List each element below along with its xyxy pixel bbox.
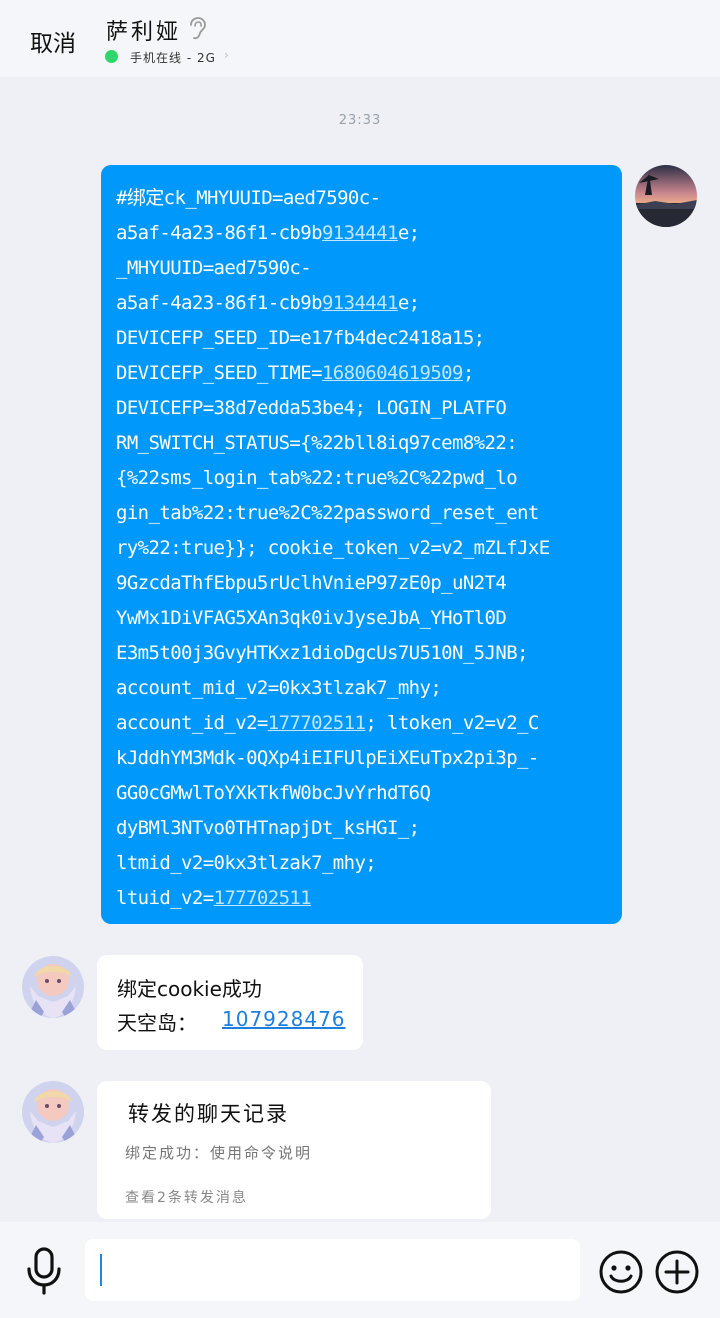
cookie-text-segment: e; <box>397 292 420 314</box>
number-link[interactable]: 177702511 <box>214 887 312 909</box>
cookie-text-line: YwMx1DiVFAG5XAn3qk0ivJyseJbA_YHoTl0D <box>116 601 608 636</box>
cookie-text-segment: DEVICEFP_SEED_ID=e17fb4dec2418a15; <box>116 327 485 349</box>
online-status-text: 手机在线 - 2G <box>130 51 216 65</box>
cookie-text-segment: RM_SWITCH_STATUS={%22bll8iq97cem8%22: <box>116 432 518 454</box>
sent-message-bubble[interactable]: #绑定ck_MHYUUID=aed7590c-a5af-4a23-86f1-cb… <box>101 165 622 924</box>
cookie-text-segment: DEVICEFP=38d7edda53be4; LOGIN_PLATFO <box>116 397 507 419</box>
message-input[interactable] <box>85 1239 580 1301</box>
uid-link[interactable]: 107928476 <box>222 1007 346 1031</box>
uid-label: 天空岛： <box>117 1011 197 1035</box>
number-link[interactable]: 9134441 <box>322 292 398 314</box>
cookie-text-segment: #绑定ck_MHYUUID=aed7590c- <box>116 187 381 209</box>
cookie-text-line: dyBMl3NTvo0THTnapjDt_ksHGI_; <box>116 811 608 846</box>
microphone-icon[interactable] <box>22 1246 66 1296</box>
chevron-right-icon: › <box>224 48 229 62</box>
cookie-text-segment: 9GzcdaThfEbpu5rUclhVnieP97zE0p_uN2T4 <box>116 572 507 594</box>
message-timestamp: 23:33 <box>338 113 382 128</box>
emoji-icon[interactable] <box>598 1249 644 1295</box>
cookie-text-line: RM_SWITCH_STATUS={%22bll8iq97cem8%22: <box>116 426 608 461</box>
bot-avatar[interactable] <box>22 956 84 1018</box>
cookie-text-line: ltmid_v2=0kx3tlzak7_mhy; <box>116 846 608 881</box>
bind-reply-bubble[interactable]: 绑定cookie成功 天空岛： 107928476 <box>97 955 363 1050</box>
cookie-text-segment: E3m5t00j3GvyHTKxz1dioDgcUs7U510N_5JNB; <box>116 642 528 664</box>
bot-avatar[interactable] <box>22 1081 84 1143</box>
online-status-dot <box>105 50 118 63</box>
cookie-text-line: kJddhYM3Mdk-0QXp4iEIFUlpEiXEuTpx2pi3p_- <box>116 741 608 776</box>
cookie-text-line: account_id_v2=177702511; ltoken_v2=v2_C <box>116 706 608 741</box>
contact-name[interactable]: 萨利娅 <box>106 14 181 46</box>
cookie-text-segment: DEVICEFP_SEED_TIME= <box>116 362 323 384</box>
cookie-text-line: GG0cGMwlToYXkTkfW0bcJvYrhdT6Q <box>116 776 608 811</box>
cookie-message-text: #绑定ck_MHYUUID=aed7590c-a5af-4a23-86f1-cb… <box>116 181 608 916</box>
cookie-text-segment: a5af-4a23-86f1-cb9b <box>116 222 323 244</box>
number-link[interactable]: 1680604619509 <box>322 362 464 384</box>
my-avatar[interactable] <box>635 165 697 227</box>
cookie-text-segment: ltmid_v2=0kx3tlzak7_mhy; <box>116 852 377 874</box>
anime-character-image <box>22 956 84 1018</box>
cookie-text-line: _MHYUUID=aed7590c- <box>116 251 608 286</box>
cookie-text-line: ltuid_v2=177702511 <box>116 881 608 916</box>
cookie-text-segment: ; ltoken_v2=v2_C <box>365 712 539 734</box>
forwarded-chat-card[interactable]: 转发的聊天记录 绑定成功：使用命令说明 查看2条转发消息 <box>97 1081 491 1219</box>
cookie-text-line: #绑定ck_MHYUUID=aed7590c- <box>116 181 608 216</box>
cookie-text-line: DEVICEFP_SEED_ID=e17fb4dec2418a15; <box>116 321 608 356</box>
forward-card-title: 转发的聊天记录 <box>128 1102 289 1126</box>
cookie-text-segment: ltuid_v2= <box>116 887 214 909</box>
cookie-text-segment: gin_tab%22:true%2C%22password_reset_ent <box>116 502 539 524</box>
cancel-button[interactable]: 取消 <box>30 24 76 58</box>
cookie-text-line: {%22sms_login_tab%22:true%2C%22pwd_lo <box>116 461 608 496</box>
cookie-text-segment: _MHYUUID=aed7590c- <box>116 257 312 279</box>
cookie-text-segment: account_id_v2= <box>116 712 268 734</box>
number-link[interactable]: 177702511 <box>268 712 366 734</box>
ear-icon <box>190 17 206 40</box>
cookie-text-segment: a5af-4a23-86f1-cb9b <box>116 292 323 314</box>
cookie-text-segment: YwMx1DiVFAG5XAn3qk0ivJyseJbA_YHoTl0D <box>116 607 507 629</box>
cookie-text-segment: dyBMl3NTvo0THTnapjDt_ksHGI_; <box>116 817 420 839</box>
sunset-landscape-image <box>635 165 697 227</box>
cookie-text-segment: kJddhYM3Mdk-0QXp4iEIFUlpEiXEuTpx2pi3p_- <box>116 747 539 769</box>
cookie-text-segment: account_mid_v2=0kx3tlzak7_mhy; <box>116 677 442 699</box>
cookie-text-segment: e; <box>397 222 420 244</box>
chat-header: 取消 萨利娅 手机在线 - 2G › <box>0 0 720 77</box>
cookie-text-segment: ry%22:true}}; cookie_token_v2=v2_mZLfJxE <box>116 537 550 559</box>
cookie-text-segment: {%22sms_login_tab%22:true%2C%22pwd_lo <box>116 467 518 489</box>
cookie-text-line: ry%22:true}}; cookie_token_v2=v2_mZLfJxE <box>116 531 608 566</box>
forward-card-preview: 绑定成功：使用命令说明 <box>125 1144 313 1162</box>
cookie-text-line: gin_tab%22:true%2C%22password_reset_ent <box>116 496 608 531</box>
anime-character-image <box>22 1081 84 1143</box>
number-link[interactable]: 9134441 <box>322 222 398 244</box>
text-cursor <box>100 1254 102 1286</box>
cookie-text-line: DEVICEFP=38d7edda53be4; LOGIN_PLATFO <box>116 391 608 426</box>
cookie-text-line: a5af-4a23-86f1-cb9b9134441e; <box>116 216 608 251</box>
cookie-text-line: E3m5t00j3GvyHTKxz1dioDgcUs7U510N_5JNB; <box>116 636 608 671</box>
plus-icon[interactable] <box>654 1249 700 1295</box>
cookie-text-line: account_mid_v2=0kx3tlzak7_mhy; <box>116 671 608 706</box>
cookie-text-segment: ; <box>462 362 474 384</box>
bind-success-text: 绑定cookie成功 <box>117 977 262 1001</box>
cookie-text-line: DEVICEFP_SEED_TIME=1680604619509; <box>116 356 608 391</box>
forward-card-footer[interactable]: 查看2条转发消息 <box>125 1187 248 1207</box>
cookie-text-segment: GG0cGMwlToYXkTkfW0bcJvYrhdT6Q <box>116 782 431 804</box>
cookie-text-line: 9GzcdaThfEbpu5rUclhVnieP97zE0p_uN2T4 <box>116 566 608 601</box>
cookie-text-line: a5af-4a23-86f1-cb9b9134441e; <box>116 286 608 321</box>
